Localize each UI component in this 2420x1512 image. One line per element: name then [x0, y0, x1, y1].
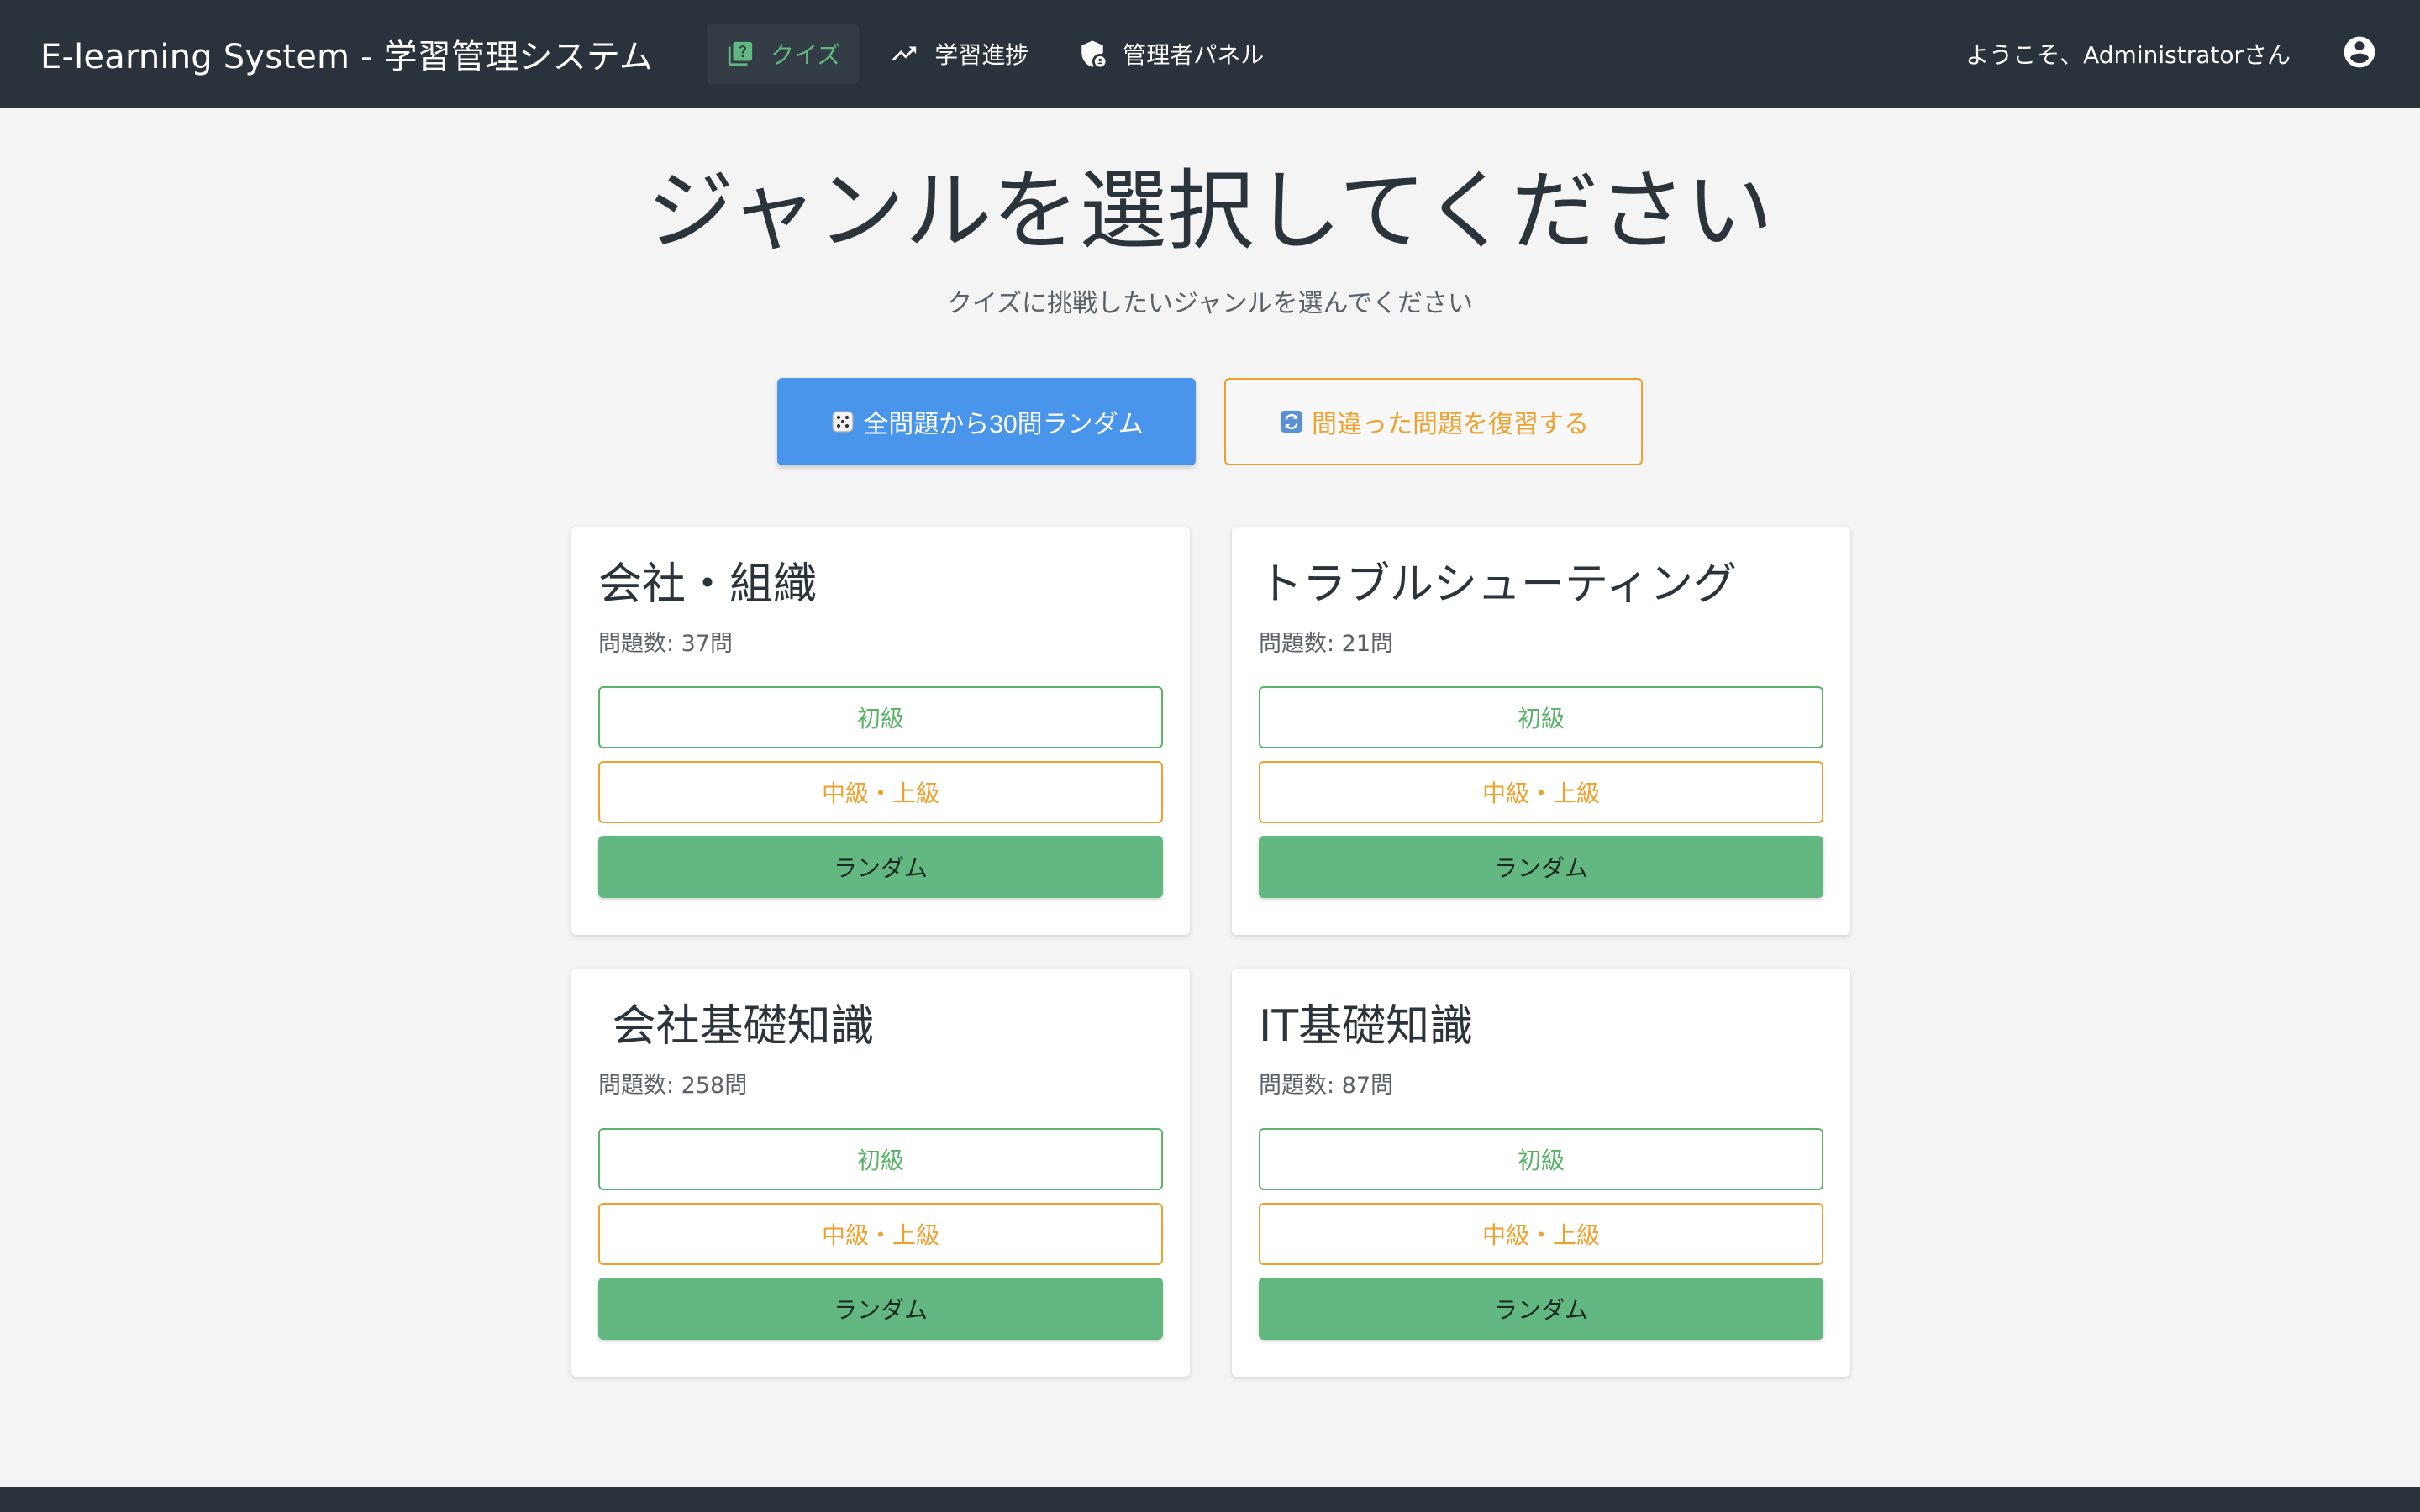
nav-progress[interactable]: 学習進捗	[871, 24, 1047, 84]
dice-icon	[829, 408, 856, 435]
genre-name: トラブルシューティング	[1259, 559, 1737, 610]
global-actions: 全問題から30問ランダム 間違った問題を復習する	[777, 378, 1643, 465]
question-count: 問題数: 21問	[1259, 631, 1394, 657]
random-button[interactable]: ランダム	[598, 1278, 1163, 1340]
beginner-button[interactable]: 初級	[598, 686, 1163, 748]
app-brand[interactable]: E-learning System - 学習管理システム	[40, 29, 653, 78]
account-button[interactable]	[2339, 34, 2380, 74]
refresh-icon	[1278, 408, 1305, 435]
nav-quiz[interactable]: クイズ	[707, 24, 860, 84]
trending-up-icon	[889, 39, 919, 69]
question-count: 問題数: 258問	[598, 1073, 748, 1099]
beginner-button[interactable]: 初級	[1259, 686, 1823, 748]
question-count: 問題数: 37問	[598, 631, 734, 657]
nav-admin-label: 管理者パネル	[1123, 41, 1265, 69]
review-mistakes-button[interactable]: 間違った問題を復習する	[1224, 378, 1643, 465]
nav-progress-label: 学習進捗	[934, 41, 1029, 69]
genre-grid: 会社・組織 問題数: 37問 初級 中級・上級 ランダム トラブルシューティング…	[571, 527, 1850, 1377]
beginner-button[interactable]: 初級	[1259, 1128, 1823, 1190]
random-button[interactable]: ランダム	[1259, 1278, 1823, 1340]
admin-shield-icon	[1077, 39, 1107, 69]
genre-card: 会社・組織 問題数: 37問 初級 中級・上級 ランダム	[571, 527, 1190, 935]
user-area: ようこそ、Administratorさん	[1965, 34, 2380, 74]
question-count: 問題数: 87問	[1259, 1073, 1394, 1099]
main-nav: クイズ 学習進捗 管理者パネル	[707, 24, 1294, 84]
genre-card: 会社基礎知識 問題数: 258問 初級 中級・上級 ランダム	[571, 969, 1190, 1377]
random-all-label: 全問題から30問ランダム	[863, 411, 1144, 438]
review-mistakes-label: 間違った問題を復習する	[1312, 411, 1589, 438]
genre-name: 会社・組織	[598, 559, 818, 610]
page-subtitle: クイズに挑戦したいジャンルを選んでください	[946, 289, 1474, 318]
account-circle-icon	[2341, 34, 2378, 74]
advanced-button[interactable]: 中級・上級	[598, 761, 1163, 823]
footer-bar	[0, 1487, 2420, 1512]
advanced-button[interactable]: 中級・上級	[1259, 1203, 1823, 1265]
nav-quiz-label: クイズ	[771, 41, 841, 69]
welcome-text: ようこそ、Administratorさん	[1965, 41, 2291, 69]
top-navbar: E-learning System - 学習管理システム クイズ 学習進捗 管理…	[0, 0, 2420, 108]
random-button[interactable]: ランダム	[598, 836, 1163, 898]
random-button[interactable]: ランダム	[1259, 836, 1823, 898]
advanced-button[interactable]: 中級・上級	[1259, 761, 1823, 823]
genre-card: IT基礎知識 問題数: 87問 初級 中級・上級 ランダム	[1232, 969, 1850, 1377]
nav-admin[interactable]: 管理者パネル	[1059, 24, 1282, 84]
random-all-button[interactable]: 全問題から30問ランダム	[777, 378, 1196, 465]
genre-name: 会社基礎知識	[598, 1001, 875, 1052]
beginner-button[interactable]: 初級	[598, 1128, 1163, 1190]
genre-name: IT基礎知識	[1259, 1001, 1474, 1052]
quiz-icon	[725, 39, 755, 69]
page-title: ジャンルを選択してください	[646, 160, 1774, 262]
genre-card: トラブルシューティング 問題数: 21問 初級 中級・上級 ランダム	[1232, 527, 1850, 935]
advanced-button[interactable]: 中級・上級	[598, 1203, 1163, 1265]
